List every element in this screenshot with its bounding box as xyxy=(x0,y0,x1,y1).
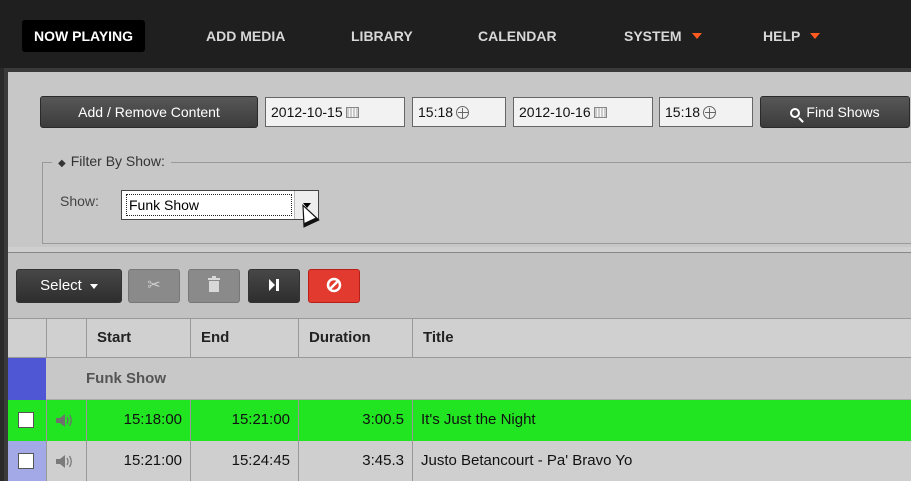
row-start: 15:18:00 xyxy=(86,400,190,441)
row-duration: 3:00.5 xyxy=(298,400,412,441)
table-header: Start End Duration Title xyxy=(8,318,911,358)
main-content: Add / Remove Content 2012-10-15 15:18 20… xyxy=(4,68,911,481)
cut-button[interactable]: ✂ xyxy=(128,269,180,303)
nav-calendar[interactable]: CALENDAR xyxy=(466,20,569,52)
caret-down-icon xyxy=(810,33,821,40)
cancel-icon xyxy=(326,277,342,293)
nav-library[interactable]: LIBRARY xyxy=(339,20,425,52)
schedule-toolbar: Select ✂ xyxy=(8,252,911,318)
row-checkbox[interactable] xyxy=(18,412,34,428)
end-date-value: 2012-10-16 xyxy=(519,104,591,120)
column-header-end[interactable]: End xyxy=(190,319,298,357)
preview-cell xyxy=(46,441,86,481)
clock-icon[interactable] xyxy=(703,106,717,119)
group-label: Funk Show xyxy=(86,370,166,387)
filter-legend-label: Filter By Show: xyxy=(70,153,165,169)
start-date-field[interactable]: 2012-10-15 xyxy=(265,97,405,127)
show-builder-controls: Add / Remove Content 2012-10-15 15:18 20… xyxy=(8,72,911,247)
row-title: It's Just the Night xyxy=(412,400,911,441)
group-color-marker xyxy=(8,358,46,400)
row-select-cell xyxy=(8,400,46,441)
find-shows-button[interactable]: Find Shows xyxy=(760,96,910,128)
select-dropdown-button[interactable]: Select xyxy=(16,269,122,303)
schedule-panel: Select ✂ Start End Duration Title Funk S… xyxy=(8,252,911,481)
end-date-field[interactable]: 2012-10-16 xyxy=(513,97,653,127)
skip-to-button[interactable] xyxy=(248,269,300,303)
row-end: 15:24:45 xyxy=(190,441,298,481)
nav-now-playing[interactable]: NOW PLAYING xyxy=(22,20,146,52)
nav-help-label: HELP xyxy=(763,28,801,44)
cancel-show-button[interactable] xyxy=(308,269,360,303)
find-shows-label: Find Shows xyxy=(806,104,880,120)
row-checkbox[interactable] xyxy=(18,453,34,469)
column-header-title[interactable]: Title xyxy=(412,319,911,357)
toggle-diamond-icon: ◆ xyxy=(58,158,66,169)
nav-system-label: SYSTEM xyxy=(624,28,682,44)
nav-system[interactable]: SYSTEM xyxy=(612,20,714,52)
caret-down-icon xyxy=(691,33,702,40)
speaker-icon[interactable] xyxy=(56,455,74,468)
row-title: Justo Betancourt - Pa' Bravo Yo xyxy=(412,441,911,481)
show-group-row: Funk Show xyxy=(8,358,911,400)
nav-add-media[interactable]: ADD MEDIA xyxy=(194,20,297,52)
row-start: 15:21:00 xyxy=(86,441,190,481)
show-select-value: Funk Show xyxy=(126,194,292,216)
end-time-field[interactable]: 15:18 xyxy=(659,97,753,127)
preview-cell xyxy=(46,400,86,441)
table-row[interactable]: 15:18:00 15:21:00 3:00.5 It's Just the N… xyxy=(8,400,911,441)
caret-down-icon xyxy=(89,283,98,289)
start-date-value: 2012-10-15 xyxy=(271,104,343,120)
scissors-icon: ✂ xyxy=(147,277,161,294)
column-header-icon xyxy=(46,319,86,357)
end-time-value: 15:18 xyxy=(665,104,701,120)
show-label: Show: xyxy=(60,193,99,209)
table-row[interactable]: 15:21:00 15:24:45 3:45.3 Justo Betancour… xyxy=(8,441,911,481)
clock-icon[interactable] xyxy=(456,106,470,119)
show-select[interactable]: Funk Show xyxy=(121,190,319,220)
select-label: Select xyxy=(40,277,82,294)
row-select-cell xyxy=(8,441,46,481)
column-header-start[interactable]: Start xyxy=(86,319,190,357)
row-end: 15:21:00 xyxy=(190,400,298,441)
skip-next-icon xyxy=(269,279,279,291)
column-header-duration[interactable]: Duration xyxy=(298,319,412,357)
nav-help[interactable]: HELP xyxy=(751,20,832,52)
speaker-icon[interactable] xyxy=(56,414,74,427)
top-navigation: NOW PLAYING ADD MEDIA LIBRARY CALENDAR S… xyxy=(0,0,911,68)
start-time-value: 15:18 xyxy=(418,104,454,120)
search-icon xyxy=(790,108,801,118)
filter-legend[interactable]: ◆ Filter By Show: xyxy=(52,153,171,169)
calendar-icon[interactable] xyxy=(345,107,359,118)
calendar-icon[interactable] xyxy=(593,107,607,118)
add-remove-content-button[interactable]: Add / Remove Content xyxy=(40,96,258,128)
row-duration: 3:45.3 xyxy=(298,441,412,481)
start-time-field[interactable]: 15:18 xyxy=(412,97,506,127)
trash-icon xyxy=(208,276,220,292)
delete-button[interactable] xyxy=(188,269,240,303)
